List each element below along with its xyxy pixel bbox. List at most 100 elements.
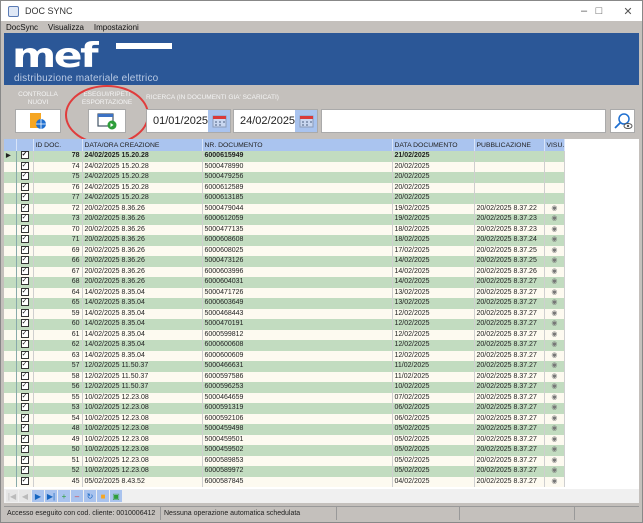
row-checkbox[interactable]: ✓ — [20, 455, 29, 464]
calendar-icon[interactable] — [295, 110, 317, 132]
row-checkbox[interactable]: ✓ — [20, 235, 29, 244]
eye-icon[interactable]: ◉ — [551, 278, 557, 285]
folder-globe-icon[interactable]: ■ — [97, 490, 109, 502]
view-cell[interactable]: ◉ — [544, 434, 566, 445]
table-row[interactable]: ✓ 50 10/02/2025 12.23.08 5000459502 05/02/20… — [4, 445, 566, 456]
row-indicator[interactable]: ▶ — [4, 151, 17, 162]
last-record-button[interactable]: ▶| — [45, 490, 57, 502]
table-row[interactable]: ✓ 70 20/02/2025 8.36.26 5000477135 18/02/202… — [4, 224, 566, 235]
row-checkbox[interactable]: ✓ — [20, 266, 29, 275]
view-cell[interactable]: ◉ — [544, 340, 566, 351]
row-checkbox[interactable]: ✓ — [20, 298, 29, 307]
row-checkbox[interactable]: ✓ — [20, 287, 29, 296]
eye-icon[interactable]: ◉ — [551, 362, 557, 369]
row-checkbox-cell[interactable]: ✓ — [16, 350, 34, 361]
view-cell[interactable] — [544, 172, 566, 183]
row-indicator[interactable] — [4, 413, 17, 424]
column-header[interactable]: VISU. — [544, 139, 566, 151]
table-row[interactable]: ▶ ✓ 78 24/02/2025 15.20.28 6000615949 21/02/2… — [4, 151, 566, 162]
view-cell[interactable] — [544, 193, 566, 204]
view-cell[interactable]: ◉ — [544, 403, 566, 414]
column-header[interactable]: ID DOC. — [33, 139, 83, 151]
eye-icon[interactable]: ◉ — [551, 236, 557, 243]
table-row[interactable]: ✓ 65 14/02/2025 8.35.04 6000603649 13/02/202… — [4, 298, 566, 309]
row-checkbox-cell[interactable]: ✓ — [16, 203, 34, 214]
view-cell[interactable] — [544, 161, 566, 172]
row-checkbox-cell[interactable]: ✓ — [16, 214, 34, 225]
eye-icon[interactable]: ◉ — [551, 478, 557, 485]
menu-docsync[interactable]: DocSync — [6, 23, 38, 32]
eye-icon[interactable]: ◉ — [551, 415, 557, 422]
row-checkbox-cell[interactable]: ✓ — [16, 445, 34, 456]
view-cell[interactable]: ◉ — [544, 413, 566, 424]
eye-icon[interactable]: ◉ — [551, 226, 557, 233]
row-checkbox-cell[interactable]: ✓ — [16, 329, 34, 340]
view-cell[interactable]: ◉ — [544, 329, 566, 340]
view-cell[interactable]: ◉ — [544, 476, 566, 487]
view-cell[interactable]: ◉ — [544, 256, 566, 267]
eye-icon[interactable]: ◉ — [551, 352, 557, 359]
row-indicator[interactable] — [4, 340, 17, 351]
column-header[interactable] — [4, 139, 17, 151]
row-checkbox-cell[interactable]: ✓ — [16, 151, 34, 162]
view-cell[interactable]: ◉ — [544, 361, 566, 372]
row-checkbox[interactable]: ✓ — [20, 214, 29, 223]
row-indicator[interactable] — [4, 182, 17, 193]
maximize-button[interactable]: □ — [585, 1, 613, 21]
table-row[interactable]: ✓ 53 10/02/2025 12.23.08 6000591319 06/02/20… — [4, 403, 566, 414]
row-checkbox[interactable]: ✓ — [20, 277, 29, 286]
row-indicator[interactable] — [4, 172, 17, 183]
menu-impostazioni[interactable]: Impostazioni — [94, 23, 139, 32]
row-indicator[interactable] — [4, 256, 17, 267]
eye-icon[interactable]: ◉ — [551, 394, 557, 401]
view-cell[interactable]: ◉ — [544, 298, 566, 309]
table-row[interactable]: ✓ 77 24/02/2025 15.20.28 6000613185 20/02/20… — [4, 193, 566, 204]
first-record-button[interactable]: |◀ — [6, 490, 18, 502]
eye-icon[interactable]: ◉ — [551, 320, 557, 327]
view-cell[interactable]: ◉ — [544, 266, 566, 277]
row-indicator[interactable] — [4, 476, 17, 487]
row-checkbox-cell[interactable]: ✓ — [16, 193, 34, 204]
eye-icon[interactable]: ◉ — [551, 268, 557, 275]
table-row[interactable]: ✓ 64 14/02/2025 8.35.04 5000471726 13/02/202… — [4, 287, 566, 298]
check-new-button[interactable] — [15, 109, 61, 133]
row-checkbox[interactable]: ✓ — [20, 371, 29, 380]
row-checkbox[interactable]: ✓ — [20, 445, 29, 454]
date-from-field[interactable]: 01/01/2025 — [146, 109, 231, 133]
row-checkbox[interactable]: ✓ — [20, 203, 29, 212]
row-checkbox-cell[interactable]: ✓ — [16, 172, 34, 183]
row-indicator[interactable] — [4, 161, 17, 172]
search-input[interactable] — [321, 109, 606, 133]
row-checkbox[interactable]: ✓ — [20, 308, 29, 317]
row-indicator[interactable] — [4, 266, 17, 277]
date-to-field[interactable]: 24/02/2025 — [233, 109, 318, 133]
row-indicator[interactable] — [4, 235, 17, 246]
row-checkbox-cell[interactable]: ✓ — [16, 298, 34, 309]
row-checkbox[interactable]: ✓ — [20, 361, 29, 370]
row-checkbox[interactable]: ✓ — [20, 256, 29, 265]
column-header[interactable] — [16, 139, 34, 151]
eye-icon[interactable]: ◉ — [551, 257, 557, 264]
table-row[interactable]: ✓ 59 14/02/2025 8.35.04 5000468443 12/02/202… — [4, 308, 566, 319]
row-checkbox[interactable]: ✓ — [20, 245, 29, 254]
eye-icon[interactable]: ◉ — [551, 436, 557, 443]
row-checkbox[interactable]: ✓ — [20, 340, 29, 349]
row-checkbox-cell[interactable]: ✓ — [16, 466, 34, 477]
window-play-icon[interactable]: ▣ — [110, 490, 122, 502]
table-row[interactable]: ✓ 72 20/02/2025 8.36.26 5000479044 19/02/202… — [4, 203, 566, 214]
row-checkbox-cell[interactable]: ✓ — [16, 371, 34, 382]
eye-icon[interactable]: ◉ — [551, 331, 557, 338]
column-header[interactable]: PUBBLICAZIONE — [474, 139, 545, 151]
column-header[interactable]: DATA/ORA CREAZIONE — [82, 139, 203, 151]
row-checkbox[interactable]: ✓ — [20, 350, 29, 359]
view-cell[interactable]: ◉ — [544, 350, 566, 361]
view-cell[interactable]: ◉ — [544, 319, 566, 330]
row-indicator[interactable] — [4, 361, 17, 372]
eye-icon[interactable]: ◉ — [551, 215, 557, 222]
table-row[interactable]: ✓ 54 10/02/2025 12.23.08 6000592106 06/02/20… — [4, 413, 566, 424]
row-checkbox-cell[interactable]: ✓ — [16, 308, 34, 319]
table-row[interactable]: ✓ 71 20/02/2025 8.36.26 6000608608 18/02/202… — [4, 235, 566, 246]
row-indicator[interactable] — [4, 350, 17, 361]
row-checkbox-cell[interactable]: ✓ — [16, 476, 34, 487]
view-cell[interactable]: ◉ — [544, 224, 566, 235]
